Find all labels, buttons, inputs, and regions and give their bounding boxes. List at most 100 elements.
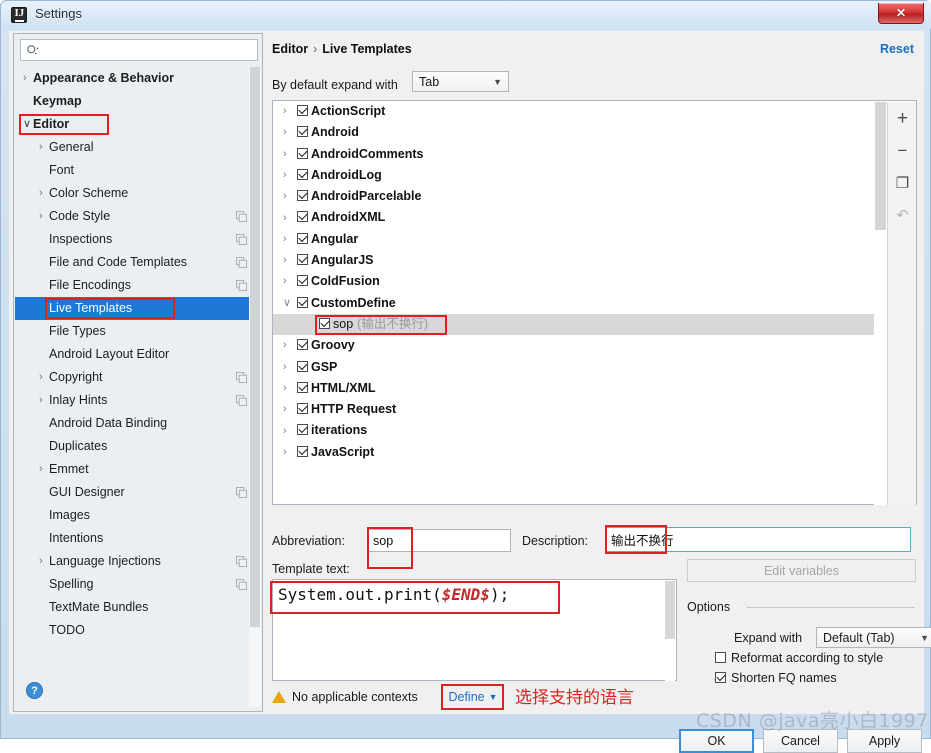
template-checkbox[interactable] (297, 339, 308, 351)
sidebar-item-android-data-binding[interactable]: Android Data Binding (15, 412, 261, 435)
plus-icon[interactable]: + (888, 106, 917, 132)
template-text-scrollbar-thumb[interactable] (665, 581, 675, 639)
sidebar-item-textmate-bundles[interactable]: TextMate Bundles (15, 596, 261, 619)
sidebar-item-inspections[interactable]: Inspections (15, 228, 261, 251)
sidebar-item-intentions[interactable]: Intentions (15, 527, 261, 550)
sidebar-item-color-scheme[interactable]: › Color Scheme (15, 182, 261, 205)
template-checkbox[interactable] (297, 190, 308, 202)
template-checkbox[interactable] (297, 147, 308, 159)
reset-link[interactable]: Reset (880, 42, 914, 56)
breadcrumb-parent[interactable]: Editor (272, 42, 308, 56)
template-checkbox[interactable] (297, 254, 308, 266)
chevron-right-icon[interactable]: › (283, 442, 297, 463)
chevron-down-icon[interactable]: ∨ (283, 293, 297, 314)
template-checkbox[interactable] (297, 211, 308, 223)
reformat-checkbox-row[interactable]: Reformat according to style (715, 651, 883, 665)
template-row[interactable]: › AndroidLog (273, 165, 888, 186)
sidebar-scrollbar[interactable] (249, 67, 261, 707)
help-icon[interactable]: ? (26, 682, 43, 699)
template-row[interactable]: › Android (273, 122, 888, 143)
template-text-scrollbar[interactable] (665, 581, 675, 681)
template-row[interactable]: › Angular (273, 229, 888, 250)
sidebar-item-language-injections[interactable]: › Language Injections (15, 550, 261, 573)
template-checkbox[interactable] (297, 275, 308, 287)
sidebar-item-copyright[interactable]: › Copyright (15, 366, 261, 389)
chevron-right-icon[interactable]: › (283, 378, 297, 399)
templates-scrollbar[interactable] (874, 102, 887, 505)
template-row[interactable]: › GSP (273, 357, 888, 378)
chevron-right-icon[interactable]: › (283, 165, 297, 186)
template-checkbox[interactable] (297, 381, 308, 393)
chevron-right-icon[interactable]: › (283, 421, 297, 442)
sidebar-scrollbar-thumb[interactable] (250, 67, 260, 627)
template-row[interactable]: › HTML/XML (273, 378, 888, 399)
templates-scrollbar-thumb[interactable] (875, 102, 886, 230)
template-checkbox[interactable] (297, 126, 308, 138)
chevron-right-icon[interactable]: › (283, 186, 297, 207)
sidebar-item-live-templates[interactable]: Live Templates (15, 297, 261, 320)
description-input[interactable] (606, 527, 911, 552)
sidebar-item-appearance-behavior[interactable]: › Appearance & Behavior (15, 67, 261, 90)
chevron-right-icon[interactable]: › (39, 136, 49, 159)
define-button[interactable]: Define ▼ (443, 686, 503, 707)
undo-icon[interactable]: ↶ (888, 202, 917, 228)
sidebar-item-editor[interactable]: ∨ Editor (15, 113, 261, 136)
chevron-right-icon[interactable]: › (283, 208, 297, 229)
chevron-right-icon[interactable]: › (39, 366, 49, 389)
sidebar-item-code-style[interactable]: › Code Style (15, 205, 261, 228)
chevron-right-icon[interactable]: › (283, 399, 297, 420)
chevron-down-icon[interactable]: ∨ (23, 113, 33, 136)
sidebar-item-gui-designer[interactable]: GUI Designer (15, 481, 261, 504)
edit-variables-button[interactable]: Edit variables (687, 559, 916, 582)
template-row[interactable]: › Groovy (273, 335, 888, 356)
sidebar-item-spelling[interactable]: Spelling (15, 573, 261, 596)
template-row[interactable]: › JavaScript (273, 442, 888, 463)
template-row[interactable]: sop (输出不换行) (273, 313, 888, 336)
shorten-checkbox-row[interactable]: Shorten FQ names (715, 671, 837, 685)
sidebar-item-images[interactable]: Images (15, 504, 261, 527)
template-row[interactable]: › AngularJS (273, 250, 888, 271)
template-checkbox[interactable] (297, 232, 308, 244)
close-icon[interactable]: ✕ (878, 3, 924, 24)
sidebar-item-todo[interactable]: TODO (15, 619, 261, 642)
sidebar-item-file-encodings[interactable]: File Encodings (15, 274, 261, 297)
template-checkbox[interactable] (297, 403, 308, 415)
sidebar-item-general[interactable]: › General (15, 136, 261, 159)
chevron-right-icon[interactable]: › (39, 458, 49, 481)
sidebar-item-inlay-hints[interactable]: › Inlay Hints (15, 389, 261, 412)
template-checkbox[interactable] (297, 445, 308, 457)
chevron-right-icon[interactable]: › (39, 389, 49, 412)
sidebar-item-keymap[interactable]: Keymap (15, 90, 261, 113)
template-row[interactable]: › ColdFusion (273, 271, 888, 292)
sidebar-item-android-layout-editor[interactable]: Android Layout Editor (15, 343, 261, 366)
chevron-right-icon[interactable]: › (283, 250, 297, 271)
template-row[interactable]: › AndroidParcelable (273, 186, 888, 207)
template-checkbox[interactable] (297, 296, 308, 308)
expand-with-select[interactable]: Default (Tab) ▼ (816, 627, 931, 648)
chevron-right-icon[interactable]: › (39, 182, 49, 205)
template-row[interactable]: › HTTP Request (273, 399, 888, 420)
sidebar-item-file-types[interactable]: File Types (15, 320, 261, 343)
template-checkbox[interactable] (319, 317, 330, 329)
sidebar-item-duplicates[interactable]: Duplicates (15, 435, 261, 458)
template-row[interactable]: › iterations (273, 420, 888, 441)
abbreviation-input[interactable] (368, 529, 511, 552)
sidebar-item-emmet[interactable]: › Emmet (15, 458, 261, 481)
template-checkbox[interactable] (297, 168, 308, 180)
chevron-right-icon[interactable]: › (39, 550, 49, 573)
template-row[interactable]: › AndroidComments (273, 144, 888, 165)
template-text-editor[interactable]: System.out.print($END$); (272, 579, 677, 681)
search-box[interactable] (20, 39, 258, 61)
sidebar-item-file-and-code-templates[interactable]: File and Code Templates (15, 251, 261, 274)
chevron-right-icon[interactable]: › (283, 144, 297, 165)
template-row[interactable]: ∨ CustomDefine (273, 293, 888, 314)
search-input[interactable] (45, 40, 255, 60)
chevron-right-icon[interactable]: › (39, 205, 49, 228)
copy-icon[interactable]: ❐ (888, 170, 917, 196)
minus-icon[interactable]: − (888, 138, 917, 164)
template-checkbox[interactable] (297, 424, 308, 436)
chevron-right-icon[interactable]: › (283, 101, 297, 122)
reformat-checkbox[interactable] (715, 652, 726, 663)
chevron-right-icon[interactable]: › (283, 357, 297, 378)
sidebar-item-font[interactable]: Font (15, 159, 261, 182)
